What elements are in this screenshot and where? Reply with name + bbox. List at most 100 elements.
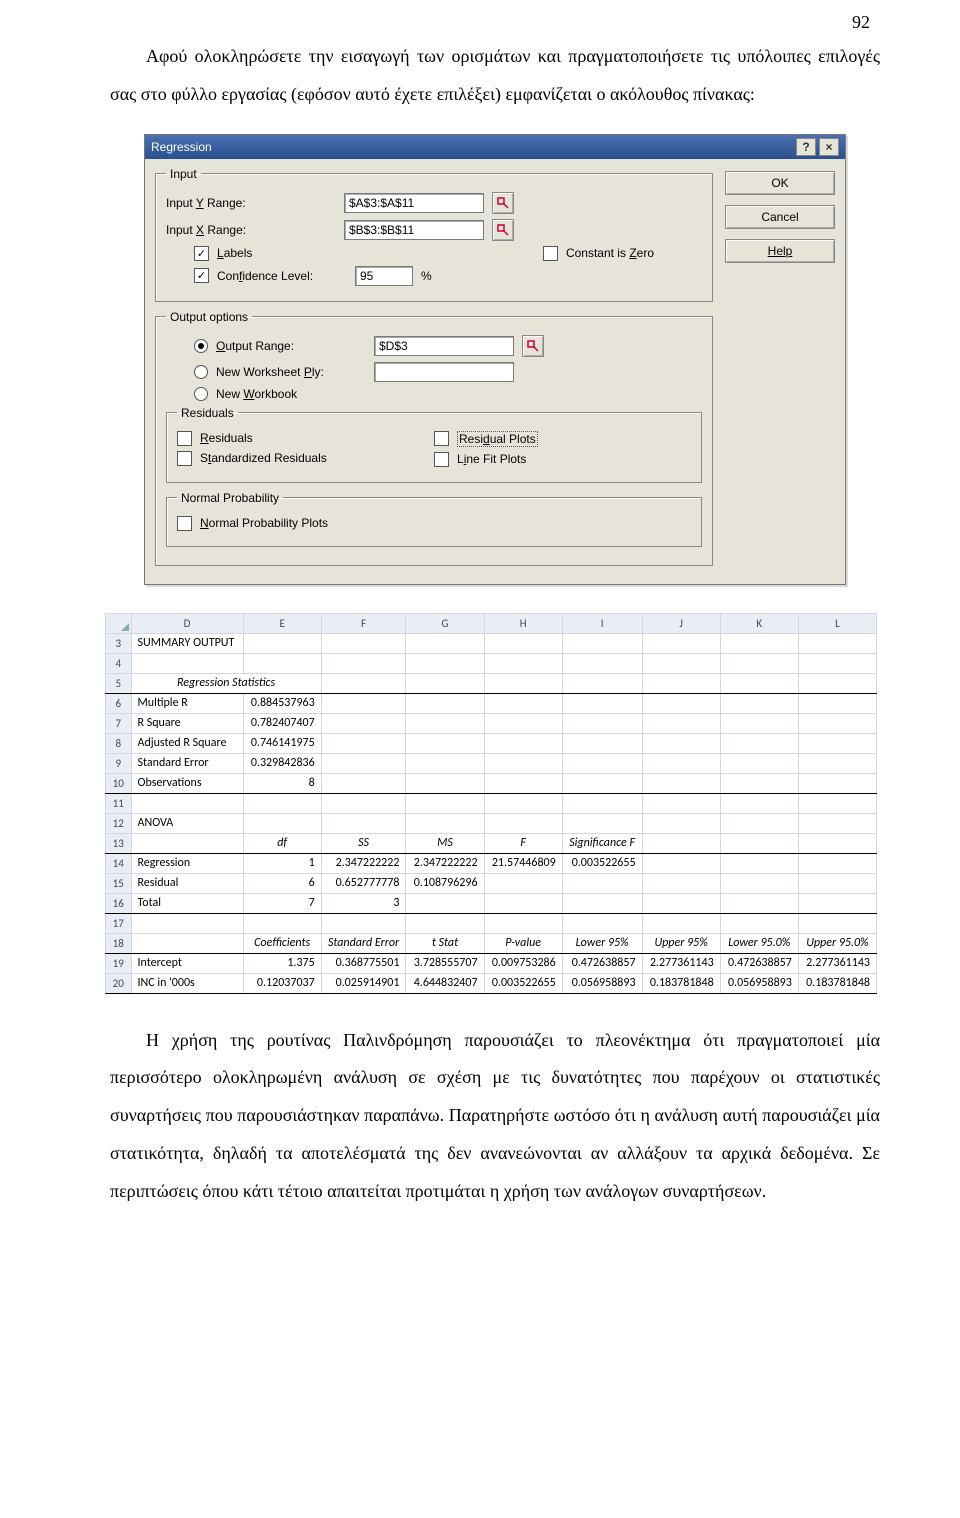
cell[interactable] xyxy=(484,753,562,773)
cell[interactable]: 0.108796296 xyxy=(406,873,484,893)
cell[interactable]: SS xyxy=(321,833,406,853)
cancel-button[interactable]: Cancel xyxy=(725,205,835,229)
cell[interactable]: 0.329842836 xyxy=(243,753,321,773)
cell[interactable] xyxy=(798,893,876,913)
confidence-value[interactable]: 95 xyxy=(355,266,413,286)
line-fit-plots-checkbox[interactable] xyxy=(434,452,449,467)
cell[interactable] xyxy=(406,653,484,673)
cell[interactable]: Coefficients xyxy=(243,933,321,953)
cell[interactable] xyxy=(321,813,406,833)
cell[interactable] xyxy=(720,893,798,913)
cell[interactable] xyxy=(562,733,642,753)
std-residuals-checkbox[interactable] xyxy=(177,451,192,466)
cell[interactable] xyxy=(484,793,562,813)
cell[interactable]: Upper 95.0% xyxy=(798,933,876,953)
cell[interactable] xyxy=(720,693,798,713)
row-header[interactable]: 7 xyxy=(106,713,132,733)
cell[interactable] xyxy=(321,693,406,713)
cell[interactable]: Standard Error xyxy=(321,933,406,953)
cell[interactable]: 1 xyxy=(243,853,321,873)
cell[interactable] xyxy=(562,913,642,933)
cell[interactable]: 1.375 xyxy=(243,953,321,973)
cell[interactable] xyxy=(642,773,720,793)
cell[interactable]: 2.277361143 xyxy=(798,953,876,973)
cell[interactable]: 0.12037037 xyxy=(243,973,321,993)
cell[interactable] xyxy=(798,853,876,873)
cell[interactable]: 2.347222222 xyxy=(406,853,484,873)
cell[interactable]: 0.368775501 xyxy=(321,953,406,973)
cell[interactable] xyxy=(484,813,562,833)
cell[interactable] xyxy=(484,713,562,733)
close-icon[interactable]: × xyxy=(819,138,839,156)
row-header[interactable]: 6 xyxy=(106,693,132,713)
cell[interactable]: Regression Statistics xyxy=(131,673,321,693)
cell[interactable] xyxy=(321,673,406,693)
cell[interactable]: Adjusted R Square xyxy=(131,733,243,753)
cell[interactable] xyxy=(406,733,484,753)
cell[interactable] xyxy=(562,633,642,653)
cell[interactable] xyxy=(406,633,484,653)
cell[interactable]: Multiple R xyxy=(131,693,243,713)
cell[interactable]: P-value xyxy=(484,933,562,953)
cell[interactable] xyxy=(562,713,642,733)
cell[interactable] xyxy=(406,893,484,913)
range-select-icon[interactable] xyxy=(522,335,544,357)
cell[interactable] xyxy=(131,793,243,813)
residual-plots-checkbox[interactable] xyxy=(434,431,449,446)
cell[interactable] xyxy=(131,833,243,853)
col-header[interactable]: D xyxy=(131,613,243,633)
cell[interactable] xyxy=(321,753,406,773)
confidence-checkbox[interactable]: ✓ xyxy=(194,268,209,283)
cell[interactable] xyxy=(406,793,484,813)
cell[interactable] xyxy=(131,933,243,953)
cell[interactable] xyxy=(720,833,798,853)
cell[interactable] xyxy=(798,693,876,713)
cell[interactable]: Intercept xyxy=(131,953,243,973)
cell[interactable]: 0.782407407 xyxy=(243,713,321,733)
cell[interactable]: 0.056958893 xyxy=(562,973,642,993)
cell[interactable]: Residual xyxy=(131,873,243,893)
cell[interactable] xyxy=(798,913,876,933)
cell[interactable] xyxy=(798,713,876,733)
cell[interactable] xyxy=(798,833,876,853)
row-header[interactable]: 3 xyxy=(106,633,132,653)
cell[interactable] xyxy=(798,753,876,773)
row-header[interactable]: 11 xyxy=(106,793,132,813)
col-header[interactable]: G xyxy=(406,613,484,633)
cell[interactable] xyxy=(243,913,321,933)
row-header[interactable]: 17 xyxy=(106,913,132,933)
cell[interactable]: 2.347222222 xyxy=(321,853,406,873)
input-x-range[interactable]: $B$3:$B$11 xyxy=(344,220,484,240)
output-range-value[interactable]: $D$3 xyxy=(374,336,514,356)
row-header[interactable]: 13 xyxy=(106,833,132,853)
cell[interactable] xyxy=(720,753,798,773)
cell[interactable] xyxy=(642,873,720,893)
cell[interactable] xyxy=(720,793,798,813)
cell[interactable]: 0.183781848 xyxy=(798,973,876,993)
cell[interactable] xyxy=(642,793,720,813)
cell[interactable] xyxy=(720,913,798,933)
cell[interactable]: 0.003522655 xyxy=(484,973,562,993)
cell[interactable] xyxy=(798,673,876,693)
cell[interactable]: Standard Error xyxy=(131,753,243,773)
cell[interactable] xyxy=(720,873,798,893)
cell[interactable] xyxy=(798,793,876,813)
cell[interactable] xyxy=(406,693,484,713)
cell[interactable] xyxy=(484,653,562,673)
cell[interactable]: 0.472638857 xyxy=(720,953,798,973)
cell[interactable] xyxy=(243,793,321,813)
cell[interactable] xyxy=(798,873,876,893)
cell[interactable]: 0.009753286 xyxy=(484,953,562,973)
col-header[interactable]: H xyxy=(484,613,562,633)
cell[interactable]: Significance F xyxy=(562,833,642,853)
cell[interactable] xyxy=(562,673,642,693)
cell[interactable] xyxy=(642,753,720,773)
cell[interactable]: 21.57446809 xyxy=(484,853,562,873)
cell[interactable]: Lower 95% xyxy=(562,933,642,953)
cell[interactable]: F xyxy=(484,833,562,853)
cell[interactable] xyxy=(484,733,562,753)
cell[interactable] xyxy=(642,673,720,693)
cell[interactable] xyxy=(562,693,642,713)
col-header[interactable]: L xyxy=(798,613,876,633)
help-icon[interactable]: ? xyxy=(796,138,816,156)
